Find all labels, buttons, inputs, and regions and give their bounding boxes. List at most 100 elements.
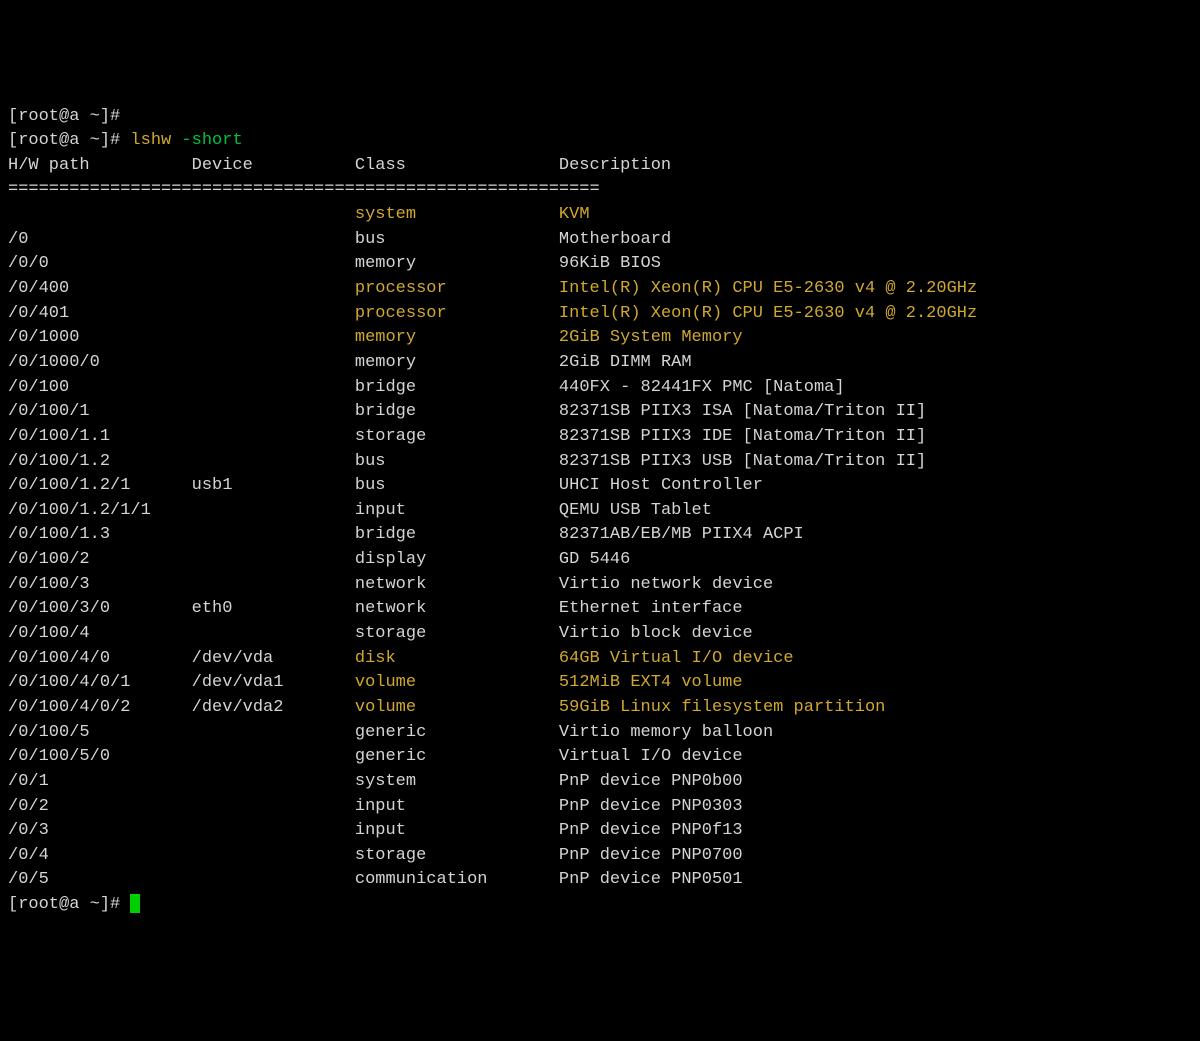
command-arg: -short bbox=[171, 131, 242, 150]
terminal-cursor[interactable] bbox=[130, 894, 140, 913]
device-cell bbox=[192, 402, 355, 421]
device-cell: /dev/vda2 bbox=[192, 698, 355, 717]
shell-prompt: [root@a ~]# bbox=[8, 107, 130, 126]
class-cell: disk bbox=[355, 649, 559, 668]
class-cell: storage bbox=[355, 846, 559, 865]
hw-path-cell: /0/1 bbox=[8, 772, 192, 791]
device-cell bbox=[192, 254, 355, 273]
class-cell: bridge bbox=[355, 525, 559, 544]
class-cell: bus bbox=[355, 452, 559, 471]
hw-path-cell: /0/400 bbox=[8, 279, 192, 298]
device-cell bbox=[192, 723, 355, 742]
device-cell bbox=[192, 846, 355, 865]
table-header: H/W path Device Class Description bbox=[8, 154, 1192, 179]
table-row: /0/100/1 bridge 82371SB PIIX3 ISA [Natom… bbox=[8, 400, 1192, 425]
hw-path-cell bbox=[8, 205, 192, 224]
table-row: /0/401 processor Intel(R) Xeon(R) CPU E5… bbox=[8, 302, 1192, 327]
table-row: /0/100/4/0 /dev/vda disk 64GB Virtual I/… bbox=[8, 647, 1192, 672]
table-row: /0/1000 memory 2GiB System Memory bbox=[8, 326, 1192, 351]
hw-path-cell: /0/100/4/0/1 bbox=[8, 673, 192, 692]
device-cell bbox=[192, 452, 355, 471]
hw-path-cell: /0/2 bbox=[8, 797, 192, 816]
table-row: /0/1 system PnP device PNP0b00 bbox=[8, 770, 1192, 795]
class-cell: input bbox=[355, 797, 559, 816]
class-cell: bridge bbox=[355, 402, 559, 421]
hw-path-cell: /0/100/1.2/1 bbox=[8, 476, 192, 495]
hw-path-cell: /0/0 bbox=[8, 254, 192, 273]
description-cell: PnP device PNP0b00 bbox=[559, 772, 743, 791]
table-separator: ========================================… bbox=[8, 178, 1192, 203]
hw-path-cell: /0/401 bbox=[8, 304, 192, 323]
device-cell bbox=[192, 797, 355, 816]
hw-path-cell: /0/100/3/0 bbox=[8, 599, 192, 618]
device-cell bbox=[192, 870, 355, 889]
class-cell: storage bbox=[355, 624, 559, 643]
hw-path-cell: /0/3 bbox=[8, 821, 192, 840]
device-cell: eth0 bbox=[192, 599, 355, 618]
class-cell: network bbox=[355, 575, 559, 594]
device-cell bbox=[192, 427, 355, 446]
description-cell: Virtio network device bbox=[559, 575, 773, 594]
table-row: /0/2 input PnP device PNP0303 bbox=[8, 795, 1192, 820]
table-row: /0/0 memory 96KiB BIOS bbox=[8, 252, 1192, 277]
hw-path-cell: /0/100/5/0 bbox=[8, 747, 192, 766]
class-cell: generic bbox=[355, 723, 559, 742]
hw-path-cell: /0/100/1.2 bbox=[8, 452, 192, 471]
table-row: /0 bus Motherboard bbox=[8, 228, 1192, 253]
hw-path-cell: /0/4 bbox=[8, 846, 192, 865]
description-cell: 440FX - 82441FX PMC [Natoma] bbox=[559, 378, 845, 397]
table-row: /0/100/1.3 bridge 82371AB/EB/MB PIIX4 AC… bbox=[8, 523, 1192, 548]
table-row: /0/100/1.2/1/1 input QEMU USB Tablet bbox=[8, 499, 1192, 524]
hw-path-cell: /0/100/2 bbox=[8, 550, 192, 569]
table-row: /0/100/5/0 generic Virtual I/O device bbox=[8, 745, 1192, 770]
device-cell bbox=[192, 575, 355, 594]
hw-path-cell: /0/5 bbox=[8, 870, 192, 889]
hw-path-cell: /0/100/1.1 bbox=[8, 427, 192, 446]
description-cell: KVM bbox=[559, 205, 590, 224]
table-row: /0/100/4/0/2 /dev/vda2 volume 59GiB Linu… bbox=[8, 696, 1192, 721]
class-cell: bridge bbox=[355, 378, 559, 397]
hw-path-cell: /0/1000/0 bbox=[8, 353, 192, 372]
description-cell: PnP device PNP0f13 bbox=[559, 821, 743, 840]
description-cell: QEMU USB Tablet bbox=[559, 501, 712, 520]
hw-path-cell: /0/100/4 bbox=[8, 624, 192, 643]
description-cell: 59GiB Linux filesystem partition bbox=[559, 698, 885, 717]
class-cell: volume bbox=[355, 698, 559, 717]
class-cell: system bbox=[355, 205, 559, 224]
description-cell: 82371SB PIIX3 USB [Natoma/Triton II] bbox=[559, 452, 926, 471]
description-cell: 82371SB PIIX3 ISA [Natoma/Triton II] bbox=[559, 402, 926, 421]
command-name: lshw bbox=[130, 131, 171, 150]
device-cell bbox=[192, 304, 355, 323]
class-cell: bus bbox=[355, 476, 559, 495]
description-cell: PnP device PNP0303 bbox=[559, 797, 743, 816]
terminal-output[interactable]: [root@a ~]# [root@a ~]# lshw -shortH/W p… bbox=[8, 105, 1192, 918]
description-cell: UHCI Host Controller bbox=[559, 476, 763, 495]
description-cell: 512MiB EXT4 volume bbox=[559, 673, 743, 692]
class-cell: memory bbox=[355, 254, 559, 273]
table-row: /0/100/4 storage Virtio block device bbox=[8, 622, 1192, 647]
hw-path-cell: /0/100/4/0 bbox=[8, 649, 192, 668]
device-cell bbox=[192, 353, 355, 372]
shell-prompt: [root@a ~]# bbox=[8, 131, 130, 150]
class-cell: bus bbox=[355, 230, 559, 249]
description-cell: PnP device PNP0501 bbox=[559, 870, 743, 889]
device-cell bbox=[192, 772, 355, 791]
description-cell: 2GiB System Memory bbox=[559, 328, 743, 347]
class-cell: communication bbox=[355, 870, 559, 889]
table-row: /0/1000/0 memory 2GiB DIMM RAM bbox=[8, 351, 1192, 376]
table-row: /0/100/3/0 eth0 network Ethernet interfa… bbox=[8, 597, 1192, 622]
device-cell bbox=[192, 624, 355, 643]
hw-path-cell: /0/100 bbox=[8, 378, 192, 397]
hw-path-cell: /0/100/4/0/2 bbox=[8, 698, 192, 717]
class-cell: input bbox=[355, 501, 559, 520]
description-cell: 82371SB PIIX3 IDE [Natoma/Triton II] bbox=[559, 427, 926, 446]
hw-path-cell: /0/100/1 bbox=[8, 402, 192, 421]
device-cell bbox=[192, 328, 355, 347]
device-cell: /dev/vda1 bbox=[192, 673, 355, 692]
table-row: /0/4 storage PnP device PNP0700 bbox=[8, 844, 1192, 869]
device-cell bbox=[192, 550, 355, 569]
description-cell: Motherboard bbox=[559, 230, 671, 249]
class-cell: storage bbox=[355, 427, 559, 446]
prompt-line-command: [root@a ~]# lshw -short bbox=[8, 129, 1192, 154]
description-cell: 64GB Virtual I/O device bbox=[559, 649, 794, 668]
